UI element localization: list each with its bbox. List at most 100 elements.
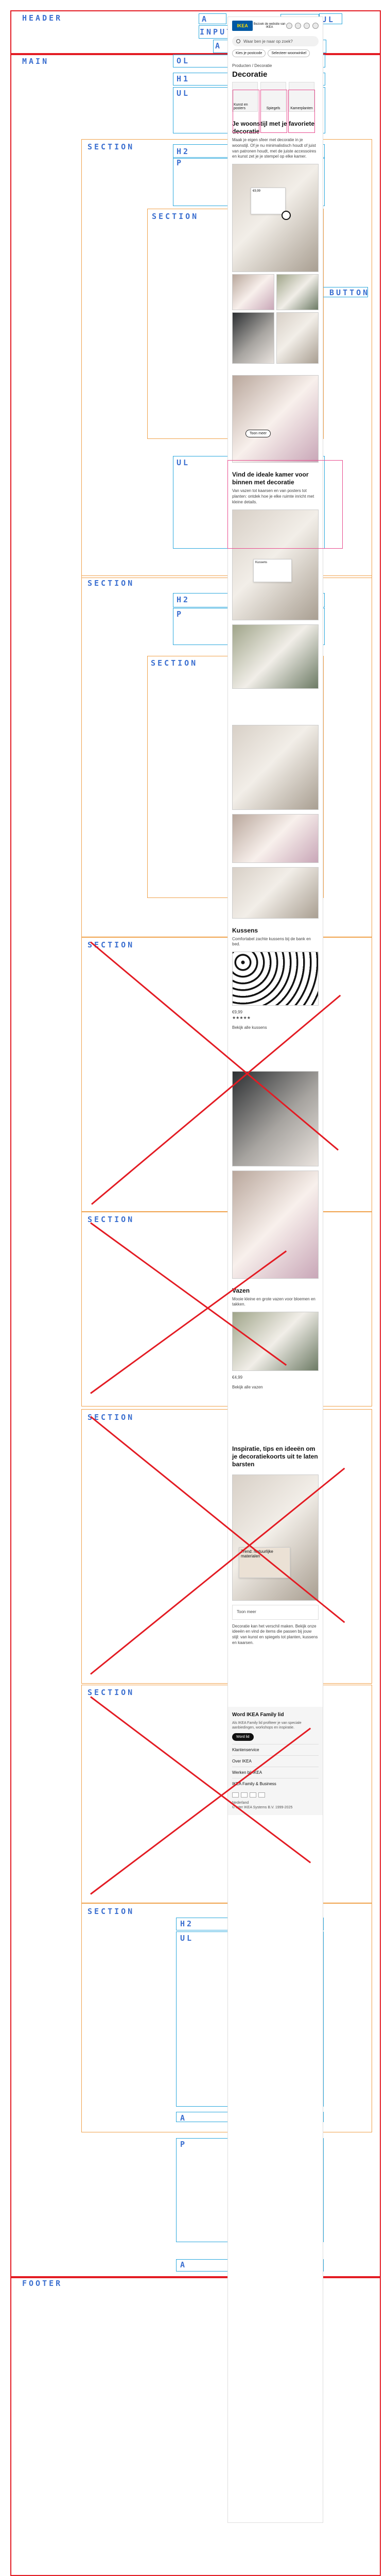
section-1-label: SECTION [87,142,135,151]
decor-carousel-image: Toon meer [232,375,319,463]
pillow-price: €9,99 [232,1010,243,1015]
location-buttons: Kies je postcode Selecteer woonwinkel [228,49,323,61]
page-title: Decoratie [232,70,268,79]
kussens-section: Kussens Comfortabel zachte kussens bij d… [228,923,323,952]
section-1-h2-label: H2 [177,147,190,156]
image-grid [228,272,323,366]
long-paragraph-text: Decoratie kan het verschil maken. Bekijk… [232,1623,318,1645]
country-selector[interactable]: Nederland [232,1801,319,1805]
card-price: €9,99 [253,190,261,193]
first-category-highlight [233,90,259,133]
section-2 [81,575,372,937]
section-7-link-label: A [180,2113,187,2123]
decor-image-1 [232,274,274,311]
mood-board-image [232,1071,319,1166]
inspiration-more-link[interactable]: Toon meer [232,1604,319,1620]
section-text: Maak je eigen sfeer met decoratie in je … [232,138,317,159]
vazen-title: Vazen [232,1286,250,1294]
top-icon-group [286,23,319,29]
top-navigation: IKEA Bezoek de website van IKEA [228,17,323,35]
section-4 [81,1212,372,1406]
inspiration-image: Trend: Natuurlijke materialen [232,1474,319,1601]
section-6 [81,1685,372,1903]
product-card-title: Kussens [255,561,268,564]
long-paragraph: Decoratie kan het verschil maken. Bekijk… [228,1620,323,1650]
search-placeholder: Waar ben je naar op zoek? [243,39,293,44]
product-hotspot-card[interactable]: €9,99 [251,188,286,215]
section-7-h2-label: H2 [180,1919,194,1928]
section-button-label: BUTTON [329,288,370,297]
section-2-h2-label: H2 [177,595,190,604]
carousel-highlight [227,460,343,549]
carousel-button[interactable]: Toon meer [245,430,271,438]
kussens-text: Comfortabel zachte kussens bij de bank e… [232,936,311,947]
section-1-nested-label: SECTION [152,212,199,221]
decor-image-3 [232,312,274,364]
ol-label: OL [177,56,190,65]
copyright: © Inter IKEA Systems B.V. 1999-2025 [232,1806,293,1810]
header-a-label: A [215,41,222,50]
footer-text: Als IKEA Family lid profiteer je van spe… [232,1721,302,1730]
hotspot-button[interactable] [282,211,291,221]
vazen-text: Mooie kleine en grote vazen voor bloemen… [232,1296,315,1307]
section-5 [81,1409,372,1684]
social-icon[interactable] [250,1792,256,1798]
join-button[interactable]: Word lid [232,1733,254,1741]
vase-image [232,1312,319,1371]
see-all-vases[interactable]: Bekijk alle vazen [228,1381,323,1395]
section-3 [81,937,372,1212]
store-button[interactable]: Selecteer woonwinkel [268,49,310,57]
product-image-lower [232,867,319,919]
header-ul-label: UL [322,15,336,24]
decor-image-4 [276,312,319,364]
vase-price: €4,99 [232,1375,243,1380]
section-1-p-label: P [177,158,184,167]
section-6-label: SECTION [87,1688,135,1697]
main-frame [10,54,381,2277]
postcode-button[interactable]: Kies je postcode [232,49,266,57]
footer-label: FOOTER [22,2279,63,2288]
section-7-p-label: P [180,2140,187,2149]
vazen-section: Vazen Mooie kleine en grote vazen voor b… [228,1283,323,1312]
second-category-highlight [260,90,287,133]
search-icon [236,39,240,43]
kussens-title: Kussens [232,926,258,934]
cart-icon[interactable] [304,23,310,29]
footer-item[interactable]: IKEA Family & Business [232,1777,319,1789]
footer-heading: Word IKEA Family lid [232,1711,284,1718]
product-card[interactable]: Kussens [253,558,292,582]
warm-decor-image [232,814,319,863]
third-category-highlight [288,90,315,133]
decor-room-image: €9,99 [232,164,319,273]
section-7 [81,1903,372,2132]
section-4-label: SECTION [87,1215,135,1224]
social-icon[interactable] [241,1792,248,1798]
decor-product-image [232,1170,319,1279]
search-input[interactable]: Waar ben je naar op zoek? [232,36,319,46]
section-7-label: SECTION [87,1907,135,1916]
social-icon[interactable] [258,1792,265,1798]
inspiration-section: Inspiratie, tips en ideeën om je decorat… [228,1441,323,1475]
header-link-label-a: A [202,14,209,24]
main-label: MAIN [22,57,49,66]
section-2-label: SECTION [87,579,135,588]
footer-frame [10,2277,381,2576]
section-1-list-label: UL [177,458,190,467]
section-2-p-label: P [177,609,184,619]
footer-item[interactable]: Over IKEA [232,1755,319,1767]
section-2-nested-label: SECTION [151,658,198,668]
menu-icon[interactable] [312,23,319,29]
heart-icon[interactable] [295,23,301,29]
inspiration-title: Inspiratie, tips en ideeën om je decorat… [232,1445,318,1468]
mobile-footer: Word IKEA Family lid Als IKEA Family lid… [228,1706,323,1816]
section-7-list-label: UL [180,1934,194,1943]
shelf-image [232,724,319,810]
ul-main-label: UL [177,89,190,98]
ikea-logo[interactable]: IKEA [232,21,253,31]
person-icon[interactable] [286,23,292,29]
top-menu-text: Bezoek de website van IKEA [253,23,286,29]
pillow-image [232,952,319,1006]
social-icon[interactable] [232,1792,239,1798]
breadcrumb[interactable]: Producten / Decoratie [228,61,323,70]
header-label: HEADER [22,13,63,23]
